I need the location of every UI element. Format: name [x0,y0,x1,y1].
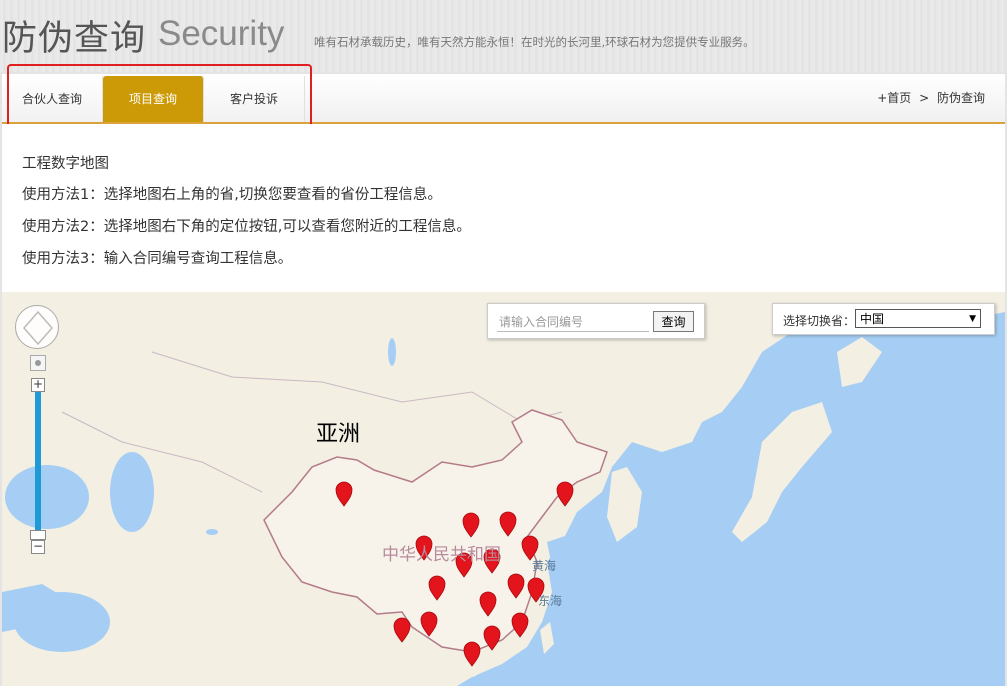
map-marker-icon[interactable] [511,612,529,638]
page-header: 防伪查询 Security 唯有石材承载历史，唯有天然方能永恒！在时光的长河里,… [0,0,1007,72]
map-marker-icon[interactable] [335,481,353,507]
breadcrumb-current: 防伪查询 [936,91,985,105]
zoom-slider[interactable] [35,392,41,530]
markers-layer [335,481,574,667]
instructions-panel: 工程数字地图 使用方法1：选择地图右上角的省,切换您要查看的省份工程信息。 使用… [2,124,1005,292]
map-marker-icon[interactable] [483,625,501,651]
pan-control-icon[interactable] [15,305,59,349]
zoom-in-icon[interactable]: + [31,378,45,392]
map-marker-icon[interactable] [507,573,525,599]
map-label-yellow-sea: 黄海 [532,559,557,573]
instruction-2: 使用方法2：选择地图右下角的定位按钮,可以查看您附近的工程信息。 [22,219,471,235]
map-label-continent: 亚洲 [316,422,361,447]
page-title-english: Security [158,14,285,53]
header-slogan: 唯有石材承载历史，唯有天然方能永恒！在时光的长河里,环球石材为您提供专业服务。 [314,35,755,49]
province-selected-value: 中国 [860,312,885,326]
province-select[interactable]: 中国 ▼ [855,309,981,328]
map-marker-icon[interactable] [393,617,411,643]
map-marker-icon[interactable] [462,512,480,538]
breadcrumb-separator: > [919,91,930,105]
section-heading: 工程数字地图 [22,156,109,172]
contract-number-input[interactable] [497,313,649,332]
search-button[interactable]: 查询 [653,311,694,332]
breadcrumb: +首页 > 防伪查询 [877,74,985,122]
instruction-3: 使用方法3：输入合同编号查询工程信息。 [22,251,293,267]
map-marker-icon[interactable] [428,575,446,601]
breadcrumb-home-link[interactable]: +首页 [877,91,911,105]
province-switcher: 选择切换省： 中国 ▼ [772,303,995,335]
map-marker-icon[interactable] [499,511,517,537]
project-map[interactable] [2,292,1005,686]
map-label-country: 中华人民共和国 [382,545,501,565]
instruction-1: 使用方法1：选择地图右上角的省,切换您要查看的省份工程信息。 [22,187,442,203]
map-marker-icon[interactable] [479,591,497,617]
province-label: 选择切换省： [783,314,856,328]
contract-search-box: 查询 [487,303,705,339]
locate-icon[interactable] [30,355,46,371]
map-marker-icon[interactable] [463,641,481,667]
page-title: 防伪查询 [2,19,147,59]
tabs-highlight-box [7,64,312,132]
chevron-down-icon: ▼ [969,314,976,324]
map-marker-icon[interactable] [420,611,438,637]
zoom-out-icon[interactable]: − [31,540,45,554]
map-marker-icon[interactable] [556,481,574,507]
map-label-east-sea: 东海 [538,594,563,608]
